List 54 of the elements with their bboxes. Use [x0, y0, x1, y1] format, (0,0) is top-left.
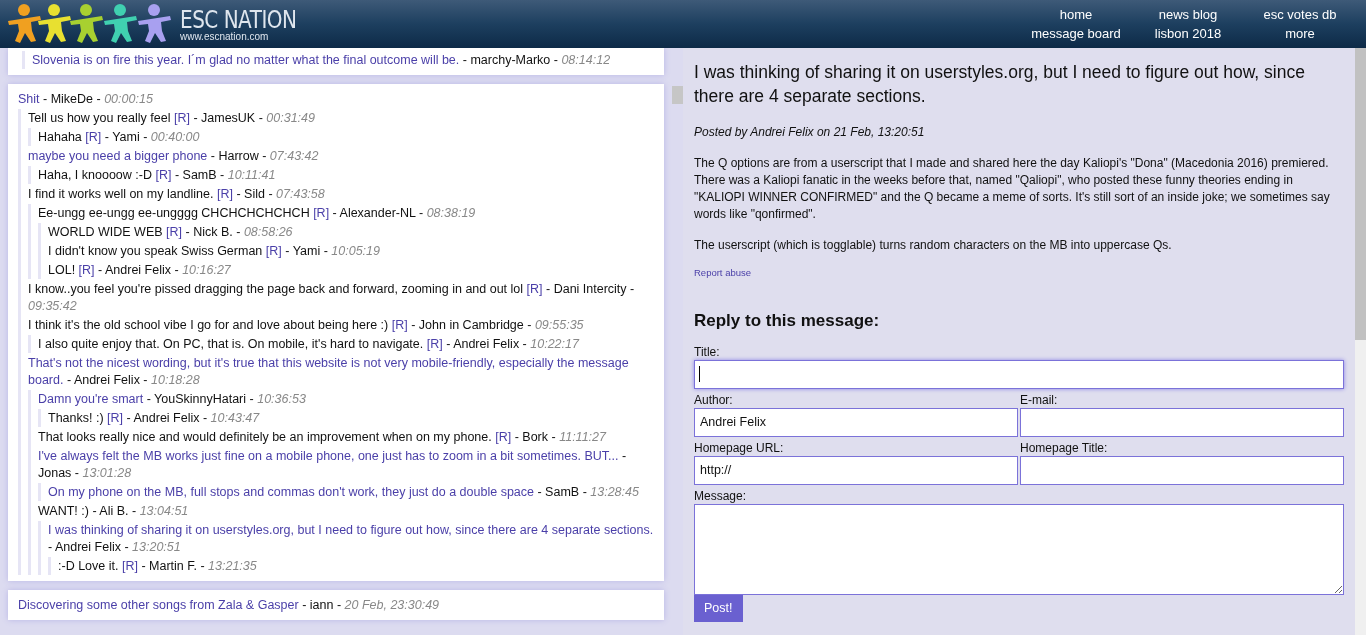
- post-entry: I know..you feel you're pissed dragging the page back and forward, zooming in and out lol [R] - Dani Intercity - 09:35:42: [28, 280, 636, 315]
- message-field[interactable]: [694, 503, 1344, 595]
- field-label: Homepage URL:: [694, 440, 785, 456]
- text-field[interactable]: [1020, 407, 1344, 437]
- post-entry: I find it works well on my landline. [R] - Sild - 07:43:58: [28, 185, 326, 203]
- nav-link[interactable]: message board: [1031, 24, 1121, 43]
- post-entry: I also quite enjoy that. On PC, that is. On mobile, it's hard to navigate. [R] - Andrei Felix - 10:22:17: [38, 335, 581, 353]
- logo-url: www.escnation.com: [180, 31, 270, 42]
- post-entry: LOL! [R] - Andrei Felix - 10:16:27: [48, 261, 232, 279]
- field-label: Title:: [694, 344, 721, 360]
- post-entry: Damn you're smart - YouSkinnyHatari - 10:36:53: [38, 390, 307, 408]
- post-entry: Ee-ungg ee-ungg ee-ungggg CHCHCHCHCHCH [R] - Alexander-NL - 08:38:19: [38, 204, 477, 222]
- post-entry: maybe you need a bigger phone - Harrow - 07:43:42: [28, 147, 320, 165]
- text-field[interactable]: http://: [694, 455, 1018, 485]
- post-entry: :-D Love it. [R] - Martin F. - 13:21:35: [58, 557, 258, 575]
- logo-title: ESC NATION: [180, 6, 297, 32]
- post-entry: Haha, I knoooow :-D [R] - SamB - 10:11:41: [38, 166, 277, 184]
- message-paragraph: The userscript (which is togglable) turns random characters on the MB into uppercase Qs.: [694, 237, 1173, 254]
- nav-link[interactable]: news blog: [1158, 5, 1218, 24]
- post-entry: WANT! :) - Ali B. - 13:04:51: [38, 502, 190, 520]
- post-entry: I didn't know you speak Swiss German [R] - Yami - 10:05:19: [48, 242, 381, 260]
- post-entry: Hahaha [R] - Yami - 00:40:00: [38, 128, 201, 146]
- report-abuse-link[interactable]: Report abuse: [694, 266, 1344, 281]
- text-field[interactable]: [1020, 455, 1344, 485]
- post-entry: Slovenia is on fire this year. I´m glad no matter what the final outcome will be. - marchy-Marko - 08:14:12: [32, 51, 612, 69]
- field-label: Message:: [694, 488, 748, 504]
- message-paragraph: The Q options are from a userscript that I made and shared here the day Kaliopi's "Dona" (Macedonia 2016) premiered. There was a Kaliopi fanatic in the weeks before that, named "Qaliopi", who posted these funny theories ending in "KALIOPI WINNER CONFIRMED" and the Q became a meme of sorts. It's still sort of an inside joke; we sometimes say words like "qonfirmed".: [694, 155, 1331, 223]
- field-label: Homepage Title:: [1020, 440, 1109, 456]
- text-field[interactable]: Andrei Felix: [694, 407, 1018, 437]
- post-button[interactable]: Post!: [694, 594, 743, 622]
- field-label: Author:: [694, 392, 734, 408]
- post-entry: I've always felt the MB works just fine on a mobile phone, one just has to zoom in a bit sometimes. BUT... - Jonas - 13:01:28: [38, 447, 628, 482]
- reply-heading: Reply to this message:: [694, 310, 881, 333]
- post-entry: I was thinking of sharing it on userstyles.org, but I need to figure out how, since there are 4 separate sections. - Andrei Felix - 13:20:51: [48, 521, 654, 556]
- post-entry: Tell us how you really feel [R] - JamesUK - 00:31:49: [28, 109, 316, 127]
- field-label: E-mail:: [1020, 392, 1059, 408]
- post-entry: Shit - MikeDe - 00:00:15: [18, 90, 154, 108]
- post-entry: WORLD WIDE WEB [R] - Nick B. - 08:58:26: [48, 223, 294, 241]
- post-entry: That looks really nice and would definitely be an improvement when on my phone. [R] - Bork - 11:11:27: [38, 428, 608, 446]
- post-entry: Discovering some other songs from Zala & Gasper - iann - 20 Feb, 23:30:49: [18, 596, 441, 614]
- title-field[interactable]: [694, 359, 1344, 389]
- post-entry: On my phone on the MB, full stops and commas don't work, they just do a double space - SamB - 13:28:45: [48, 483, 640, 501]
- nav-link[interactable]: lisbon 2018: [1154, 24, 1222, 43]
- posted-by: Posted by Andrei Felix on 21 Feb, 13:20:51: [694, 124, 926, 141]
- nav-link[interactable]: esc votes db: [1263, 5, 1337, 24]
- divider-handle[interactable]: [672, 86, 683, 104]
- nav-link[interactable]: more: [1285, 24, 1315, 43]
- message-title: I was thinking of sharing it on userstyles.org, but I need to figure out how, since there are 4 separate sections.: [694, 61, 1306, 108]
- post-entry: I think it's the old school vibe I go for and love about being here :) [R] - John in Cambridge - 09:55:35: [28, 316, 585, 334]
- post-entry: That's not the nicest wording, but it's true that this website is not very mobile-friendly, especially the message board. - Andrei Felix - 10:18:28: [28, 354, 630, 389]
- nav-link[interactable]: home: [1059, 5, 1093, 24]
- scrollbar[interactable]: [1355, 48, 1366, 635]
- post-entry: Thanks! :) [R] - Andrei Felix - 10:43:47: [48, 409, 261, 427]
- text-cursor-icon: [699, 366, 700, 383]
